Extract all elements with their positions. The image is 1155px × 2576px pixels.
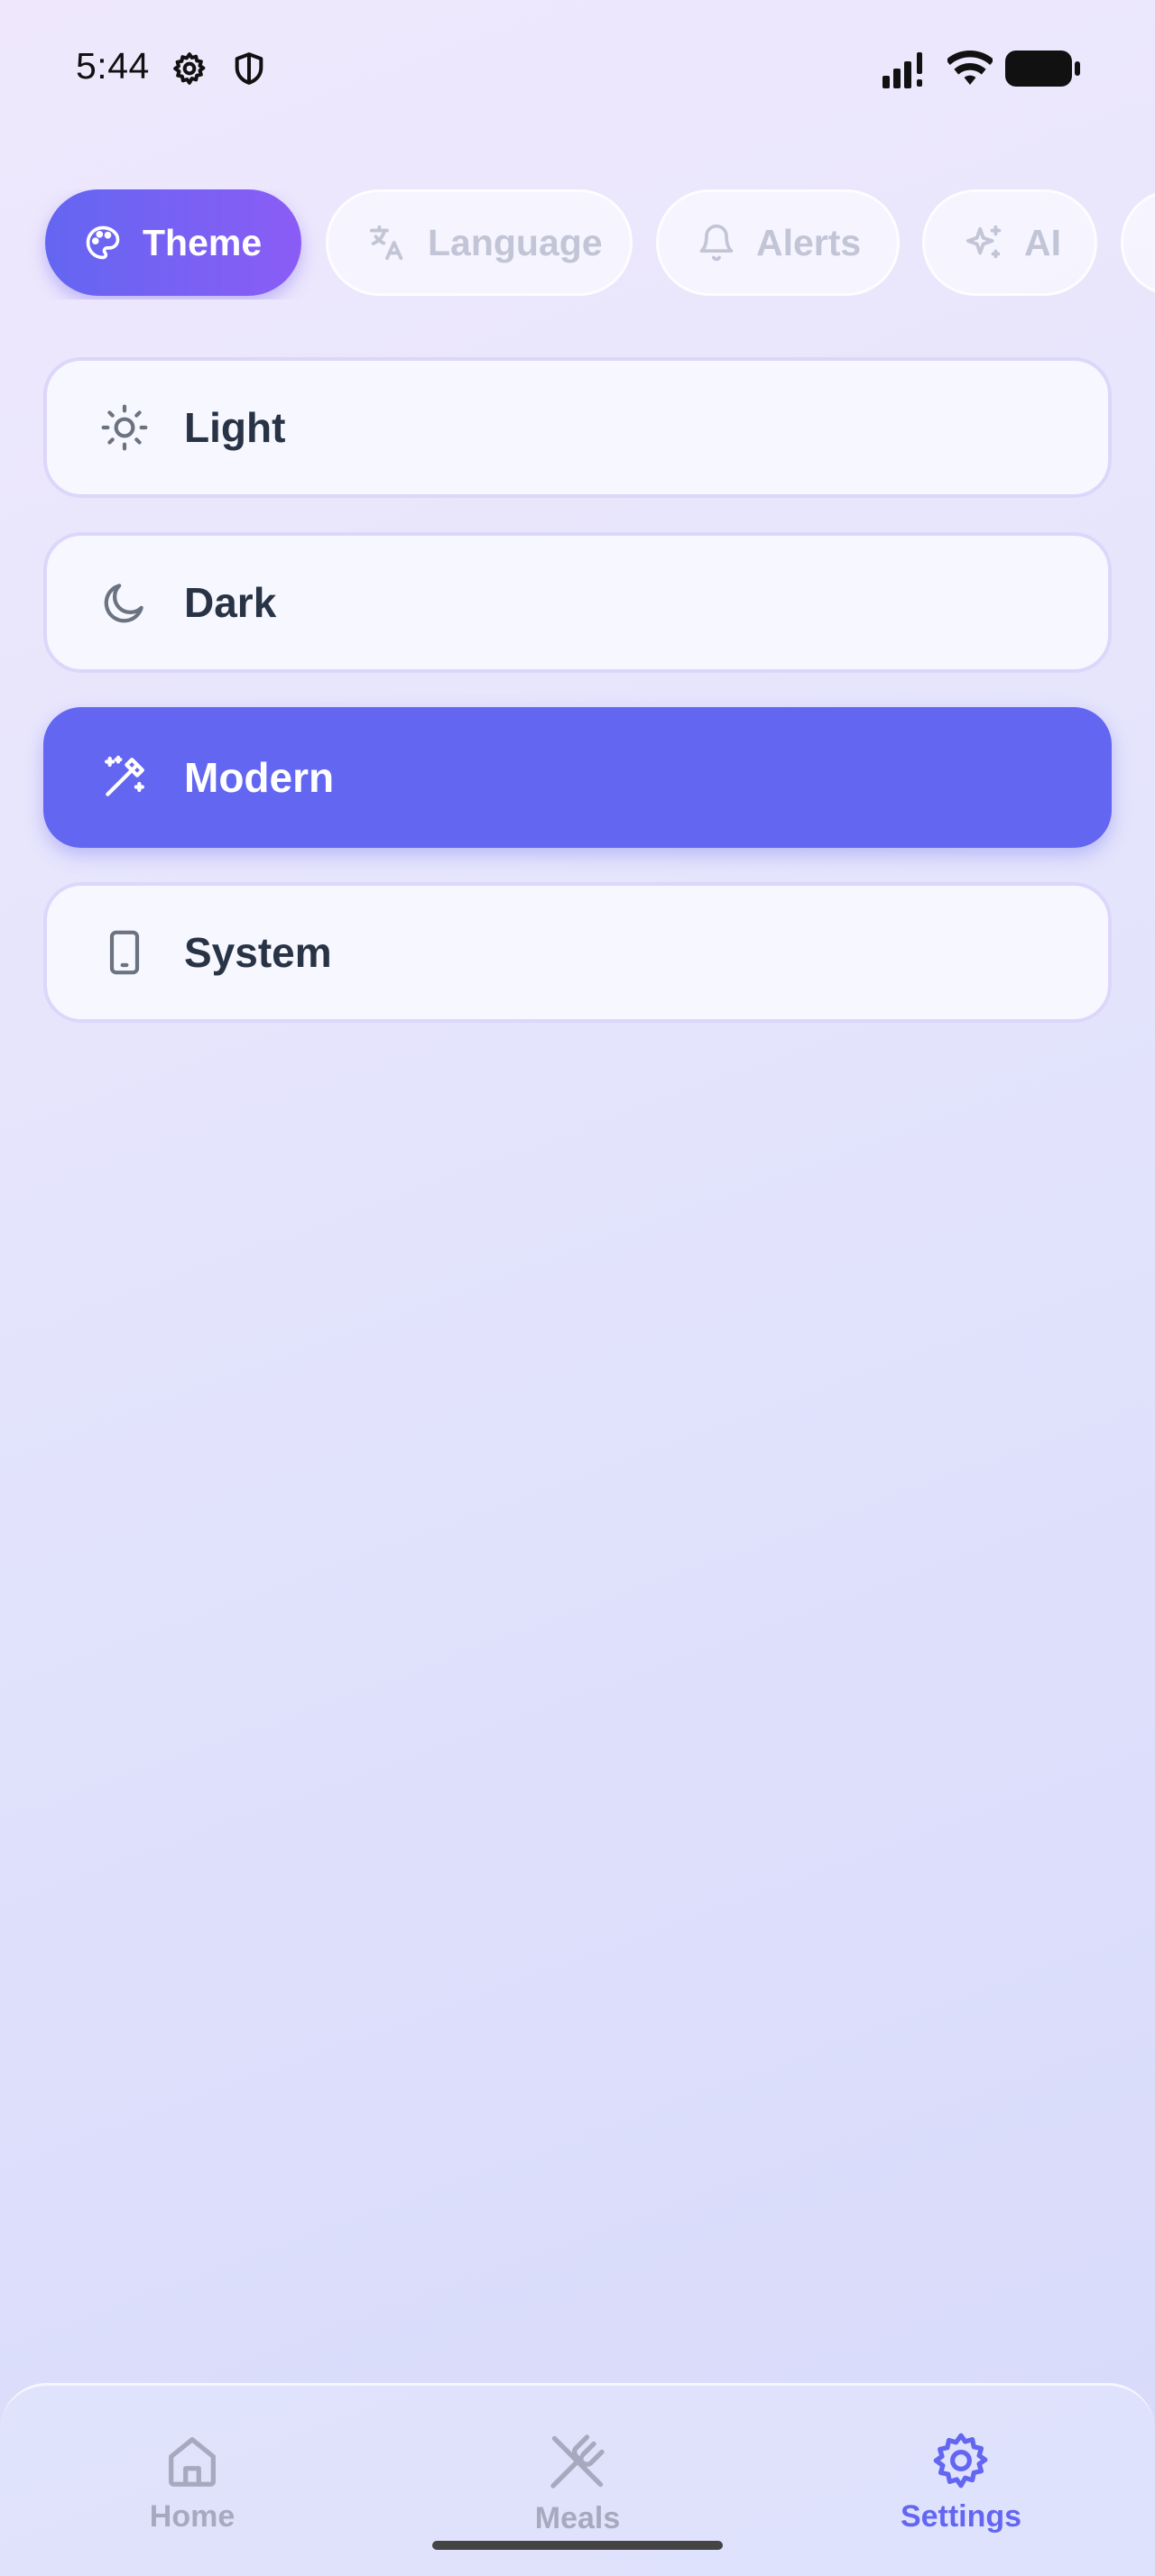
tab-alerts[interactable]: Alerts [656, 189, 900, 296]
tab-label: Language [428, 221, 603, 263]
home-icon [161, 2429, 224, 2492]
phone-icon [99, 927, 150, 978]
magic-wand-icon [99, 752, 150, 803]
home-indicator[interactable] [432, 2541, 723, 2550]
tab-label: AI [1024, 221, 1061, 263]
option-label: Dark [184, 579, 277, 626]
sparkles-icon [963, 222, 1004, 263]
option-label: System [184, 929, 332, 976]
shield-icon [231, 51, 267, 87]
signal-icon [882, 52, 933, 88]
moon-icon [99, 577, 150, 628]
tab-label: Theme [143, 221, 263, 263]
tab-ai[interactable]: AI [922, 189, 1097, 296]
status-time: 5:44 [76, 45, 150, 87]
tab-label: Alerts [756, 221, 862, 263]
theme-option-light[interactable]: Light [43, 357, 1112, 498]
bell-icon [697, 223, 736, 262]
palette-icon [83, 223, 123, 262]
battery-icon [1005, 51, 1081, 87]
sun-icon [99, 402, 150, 453]
tab-theme[interactable]: Theme [45, 189, 301, 296]
theme-option-system[interactable]: System [43, 882, 1112, 1023]
nav-label: Meals [534, 2501, 621, 2535]
bottom-navigation: Home Meals Settings [0, 2383, 1155, 2576]
theme-option-modern[interactable]: Modern [43, 707, 1112, 848]
option-label: Light [184, 404, 286, 451]
nav-settings[interactable]: Settings [862, 2429, 1060, 2535]
option-label: Modern [184, 754, 335, 801]
utensils-icon [545, 2429, 610, 2494]
status-bar: 5:44 [0, 0, 1155, 135]
tab-partial-next[interactable] [1121, 189, 1155, 296]
nav-meals[interactable]: Meals [478, 2429, 677, 2536]
translate-icon [366, 222, 408, 263]
nav-label: Settings [900, 2499, 1022, 2534]
nav-home[interactable]: Home [93, 2429, 291, 2535]
settings-tabs: Theme Language Alerts AI [0, 189, 1155, 299]
wifi-icon [947, 51, 993, 87]
tab-language[interactable]: Language [326, 189, 633, 296]
gear-icon [929, 2429, 993, 2492]
theme-option-dark[interactable]: Dark [43, 532, 1112, 673]
nav-label: Home [149, 2499, 236, 2534]
gear-icon [171, 51, 208, 87]
